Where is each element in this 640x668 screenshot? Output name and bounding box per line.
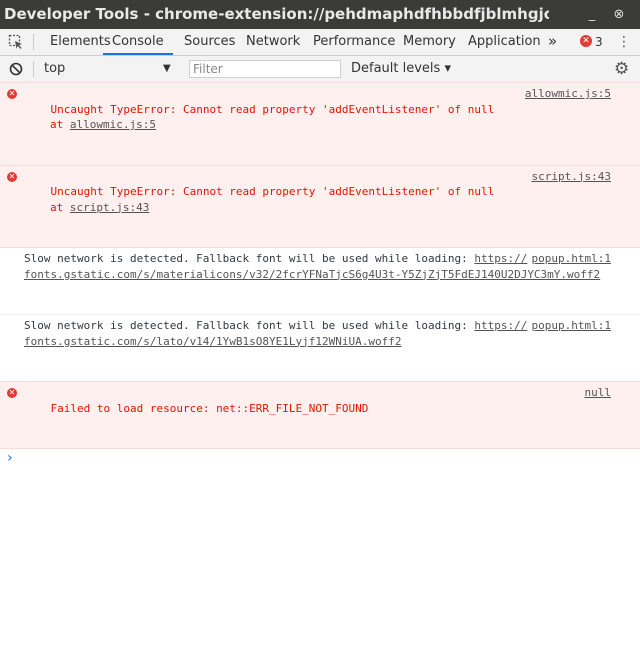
message-source-link[interactable]: allowmic.js:5 bbox=[525, 86, 611, 102]
error-count: 3 bbox=[595, 35, 603, 49]
font-url-link-continued[interactable]: fonts.gstatic.com/s/lato/v14/1YwB1sO8YE1… bbox=[24, 335, 402, 348]
window-titlebar: Developer Tools - chrome-extension://peh… bbox=[0, 0, 640, 29]
console-message-info: Slow network is detected. Fallback font … bbox=[0, 248, 640, 315]
toolbar-divider bbox=[33, 61, 34, 77]
tab-elements[interactable]: Elements bbox=[50, 29, 111, 55]
stack-prefix: at bbox=[50, 200, 70, 214]
console-messages: ✕ Uncaught TypeError: Cannot read propert… bbox=[0, 82, 640, 469]
font-url-link[interactable]: https:// bbox=[474, 252, 527, 265]
message-text: Slow network is detected. Fallback font … bbox=[24, 319, 475, 332]
toolbar-divider bbox=[33, 34, 34, 50]
console-message-error: ✕ Uncaught TypeError: Cannot read propert… bbox=[0, 164, 640, 248]
console-message-info: Slow network is detected. Fallback font … bbox=[0, 315, 640, 382]
message-source-link[interactable]: null bbox=[585, 385, 612, 401]
context-dropdown-arrow-icon[interactable]: ▼ bbox=[163, 56, 171, 82]
error-icon: ✕ bbox=[7, 89, 17, 99]
tab-application[interactable]: Application bbox=[468, 29, 541, 55]
tab-console[interactable]: Console bbox=[103, 29, 173, 55]
error-icon: ✕ bbox=[7, 388, 17, 398]
customize-menu-icon[interactable]: ⋮ bbox=[617, 29, 631, 55]
prompt-caret-icon: › bbox=[7, 450, 13, 466]
error-icon: ✕ bbox=[7, 171, 17, 182]
minimize-button[interactable]: _ bbox=[581, 0, 603, 29]
panel-tabbar: Elements Console Sources Network Perform… bbox=[0, 29, 640, 56]
clear-console-icon[interactable] bbox=[9, 62, 23, 76]
message-source-link[interactable]: script.js:43 bbox=[532, 169, 611, 185]
log-levels-dropdown[interactable]: Default levels ▾ bbox=[351, 56, 451, 82]
console-prompt[interactable]: › bbox=[0, 449, 640, 469]
more-tabs-chevron-icon[interactable]: » bbox=[548, 29, 557, 55]
error-count-badge[interactable]: ✕ 3 bbox=[580, 35, 603, 49]
tab-memory[interactable]: Memory bbox=[403, 29, 456, 55]
stack-link[interactable]: script.js:43 bbox=[70, 201, 149, 214]
tab-performance[interactable]: Performance bbox=[313, 29, 395, 55]
message-source-link[interactable]: popup.html:1 bbox=[532, 318, 611, 334]
close-button[interactable]: ⊗ bbox=[608, 0, 630, 29]
console-toolbar: top ▼ Default levels ▾ ⚙ bbox=[0, 56, 640, 83]
window-title: Developer Tools - chrome-extension://peh… bbox=[4, 5, 549, 23]
message-text: Slow network is detected. Fallback font … bbox=[24, 252, 475, 265]
console-message-error: ✕Failed to load resource: net::ERR_FILE_… bbox=[0, 381, 640, 449]
message-text: Uncaught TypeError: Cannot read property… bbox=[50, 185, 495, 198]
tab-network[interactable]: Network bbox=[246, 29, 300, 55]
error-icon: ✕ bbox=[580, 35, 592, 47]
font-url-link-continued[interactable]: fonts.gstatic.com/s/materialicons/v32/2f… bbox=[24, 268, 600, 281]
tab-sources[interactable]: Sources bbox=[184, 29, 235, 55]
stack-link[interactable]: allowmic.js:5 bbox=[70, 118, 156, 131]
inspect-element-icon[interactable] bbox=[8, 34, 24, 50]
context-selector[interactable]: top bbox=[44, 56, 65, 82]
message-text: Uncaught TypeError: Cannot read property… bbox=[50, 102, 495, 116]
console-settings-gear-icon[interactable]: ⚙ bbox=[614, 56, 629, 82]
message-text: Failed to load resource: net::ERR_FILE_N… bbox=[50, 401, 369, 415]
stack-prefix: at bbox=[50, 118, 70, 131]
font-url-link[interactable]: https:// bbox=[474, 319, 527, 332]
console-message-error: ✕ Uncaught TypeError: Cannot read propert… bbox=[0, 82, 640, 166]
filter-input[interactable] bbox=[189, 60, 341, 78]
message-source-link[interactable]: popup.html:1 bbox=[532, 251, 611, 267]
